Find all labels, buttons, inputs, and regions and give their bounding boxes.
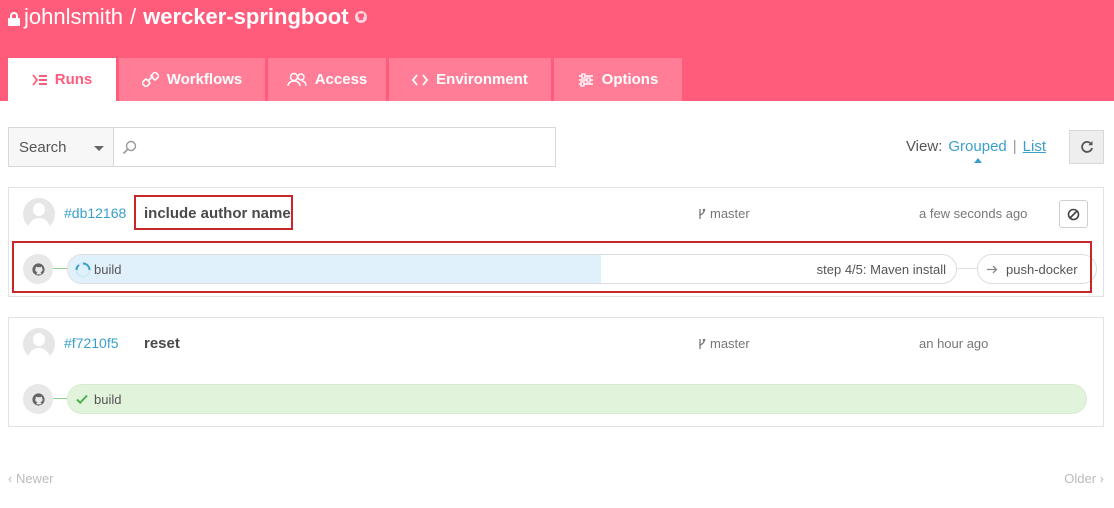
- github-icon: [23, 384, 53, 414]
- tab-workflows[interactable]: Workflows: [119, 58, 265, 101]
- tab-label: Options: [601, 71, 659, 88]
- branch-name: master: [710, 206, 750, 221]
- repo-owner-link[interactable]: johnlsmith: [24, 4, 123, 30]
- access-icon: [286, 72, 307, 87]
- search-bar: Search: [8, 127, 556, 167]
- title-separator: /: [130, 4, 137, 29]
- build-step[interactable]: build: [67, 384, 1087, 414]
- branch-label: master: [698, 336, 750, 351]
- refresh-button[interactable]: [1069, 130, 1104, 164]
- tab-access[interactable]: Access: [268, 58, 386, 101]
- avatar: [23, 198, 55, 230]
- tab-environment[interactable]: Environment: [389, 58, 551, 101]
- older-page-link[interactable]: Older ›: [1064, 471, 1104, 486]
- run-time: an hour ago: [919, 336, 989, 351]
- checkmark-icon: [75, 392, 89, 411]
- step-name: build: [94, 392, 122, 407]
- branch-label: master: [698, 206, 750, 221]
- highlight-pipeline: [12, 241, 1092, 293]
- tab-label: Runs: [54, 71, 93, 88]
- newer-page-link[interactable]: ‹ Newer: [8, 471, 54, 486]
- tab-label: Workflows: [166, 71, 243, 88]
- tab-runs[interactable]: Runs: [8, 58, 116, 101]
- workflows-icon: [141, 72, 159, 87]
- github-icon[interactable]: [354, 10, 367, 28]
- repo-title: johnlsmith / wercker-springboot: [8, 2, 367, 32]
- view-list-link[interactable]: List: [1023, 138, 1046, 155]
- caret-down-icon: [94, 146, 104, 151]
- branch-name: master: [710, 336, 750, 351]
- search-input[interactable]: [143, 132, 555, 162]
- view-label: View:: [905, 138, 943, 155]
- pipeline-row: build: [23, 384, 1091, 414]
- repo-header: johnlsmith / wercker-springboot Runs Wor…: [0, 0, 1114, 101]
- search-icon: [122, 140, 137, 154]
- tab-label: Access: [314, 71, 368, 88]
- commit-message: reset: [144, 335, 180, 352]
- lock-icon: [8, 12, 20, 26]
- commit-hash-link[interactable]: #db12168: [64, 205, 126, 221]
- run-time: a few seconds ago: [919, 206, 1028, 221]
- pipeline-connector: [53, 398, 67, 399]
- branch-icon: [699, 338, 706, 349]
- options-icon: [578, 72, 593, 87]
- cancel-icon: [1067, 208, 1080, 220]
- commit-hash-link[interactable]: #f7210f5: [64, 335, 119, 351]
- tab-label: Environment: [436, 71, 528, 88]
- abort-run-button[interactable]: [1059, 200, 1088, 228]
- view-toggle: View: Grouped | List: [905, 138, 1046, 163]
- view-separator: |: [1012, 138, 1017, 155]
- search-field: [113, 127, 556, 167]
- runs-icon: [32, 73, 47, 86]
- run-card: #f7210f5 reset master an hour ago build: [8, 317, 1104, 427]
- view-grouped-link[interactable]: Grouped: [948, 138, 1007, 163]
- avatar: [23, 328, 55, 360]
- search-type-dropdown[interactable]: Search: [8, 127, 113, 167]
- tab-bar: Runs Workflows Access Environment Option…: [8, 58, 685, 101]
- refresh-icon: [1080, 141, 1093, 153]
- code-icon: [412, 73, 429, 86]
- search-type-value: Search: [19, 138, 67, 156]
- branch-icon: [699, 208, 706, 219]
- run-header: #f7210f5 reset master an hour ago: [9, 318, 1103, 370]
- repo-name-link[interactable]: wercker-springboot: [143, 4, 348, 30]
- highlight-commit-message: [134, 195, 293, 230]
- tab-options[interactable]: Options: [554, 58, 682, 101]
